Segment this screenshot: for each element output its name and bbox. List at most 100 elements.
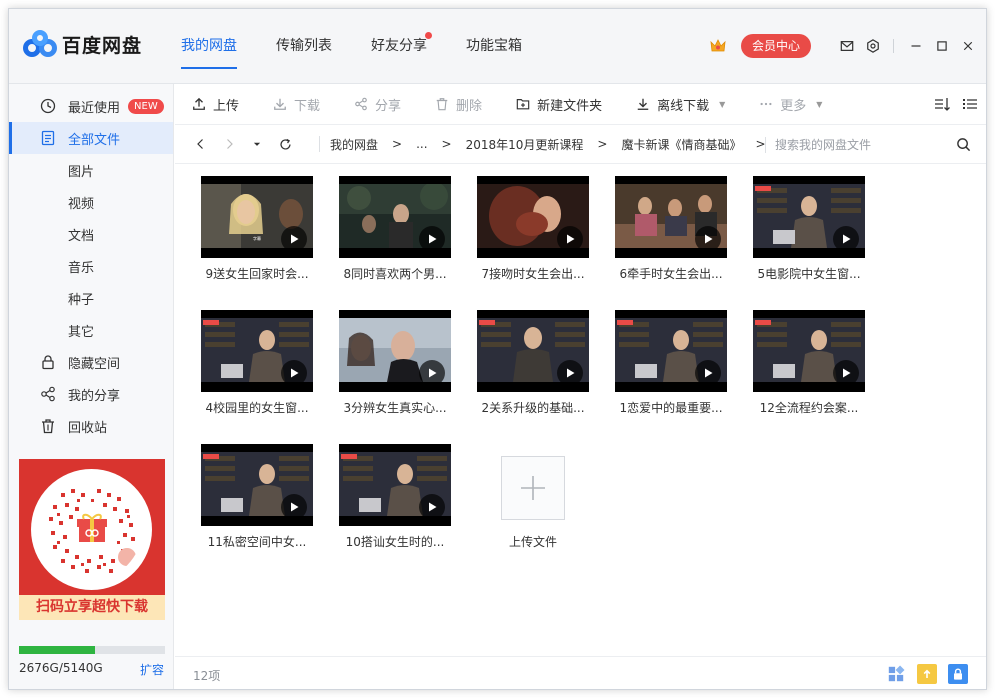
storage-usage-text: 2676G/5140G — [19, 661, 103, 675]
play-icon[interactable] — [419, 360, 445, 386]
video-file-tile[interactable]: 4校园里的女生窗... — [201, 310, 313, 430]
file-name: 5电影院中女生窗... — [757, 267, 861, 281]
tab-toolbox[interactable]: 功能宝箱 — [466, 35, 522, 69]
video-file-tile[interactable]: 7接吻时女生会出... — [477, 176, 589, 296]
video-file-tile[interactable]: 1恋爱中的最重要... — [615, 310, 727, 430]
qr-code-circle — [31, 469, 152, 590]
refresh-icon[interactable] — [277, 136, 293, 152]
more-button[interactable]: 更多 ▼ — [758, 95, 822, 114]
video-thumbnail — [477, 176, 589, 258]
play-icon[interactable] — [833, 360, 859, 386]
video-file-tile[interactable]: 2关系升级的基础... — [477, 310, 589, 430]
sort-icon[interactable] — [934, 96, 950, 112]
forward-icon[interactable] — [221, 136, 237, 152]
settings-icon[interactable] — [865, 38, 881, 54]
vip-center-button[interactable]: 会员中心 — [740, 34, 811, 58]
play-icon[interactable] — [281, 360, 307, 386]
sidebar-item-label: 视频 — [68, 196, 95, 212]
sidebar-item-recent[interactable]: 最近使用 NEW — [9, 90, 173, 122]
breadcrumb-current-folder[interactable]: 魔卡新课《情商基础》 — [621, 136, 741, 153]
video-file-tile[interactable]: 字幕 9送女生回家时会... — [201, 176, 313, 296]
play-icon[interactable] — [419, 226, 445, 252]
qr-promo-banner[interactable]: 扫码立享超快下载 — [19, 459, 165, 620]
toolbar: 上传 下载 分享 删除 新建文件夹 离线下载 ▼ 更多 ▼ — [175, 84, 986, 124]
sidebar-item-my-shares[interactable]: 我的分享 — [9, 378, 173, 410]
upload-file-tile[interactable]: 上传文件 — [477, 444, 589, 564]
minimize-icon[interactable] — [908, 38, 924, 54]
download-button[interactable]: 下载 — [272, 95, 320, 114]
video-file-tile[interactable]: 10搭讪女生时的... — [339, 444, 451, 564]
video-file-tile[interactable]: 11私密空间中女... — [201, 444, 313, 564]
trash-icon — [434, 96, 450, 112]
sidebar-item-music[interactable]: 音乐 — [9, 250, 173, 282]
sidebar-item-others[interactable]: 其它 — [9, 314, 173, 346]
sidebar-item-label: 文档 — [68, 228, 95, 244]
titlebar-separator — [893, 39, 894, 53]
add-icon[interactable] — [501, 456, 565, 520]
offline-download-button[interactable]: 离线下载 ▼ — [635, 95, 725, 114]
sidebar-item-label: 种子 — [68, 292, 95, 308]
gift-icon — [75, 511, 109, 543]
new-badge: NEW — [128, 98, 164, 114]
video-thumbnail — [615, 310, 727, 392]
upload-button[interactable]: 上传 — [191, 95, 239, 114]
search-input[interactable] — [775, 135, 955, 155]
upload-folder-icon[interactable] — [917, 664, 937, 684]
notification-dot — [425, 32, 432, 39]
svg-text:字幕: 字幕 — [253, 235, 261, 241]
video-file-tile[interactable]: 8同时喜欢两个男... — [339, 176, 451, 296]
play-icon[interactable] — [419, 494, 445, 520]
expand-storage-link[interactable]: 扩容 — [140, 661, 164, 678]
play-icon[interactable] — [695, 226, 721, 252]
breadcrumb-ellipsis[interactable]: ... — [416, 137, 427, 151]
play-icon[interactable] — [695, 360, 721, 386]
video-file-tile[interactable]: 3分辨女生真实心... — [339, 310, 451, 430]
breadcrumb-my-netdisk[interactable]: 我的网盘 — [330, 136, 378, 153]
sidebar-item-torrents[interactable]: 种子 — [9, 282, 173, 314]
play-icon[interactable] — [281, 494, 307, 520]
share-button[interactable]: 分享 — [353, 95, 401, 114]
sidebar-item-label: 全部文件 — [68, 132, 121, 148]
app-logo[interactable]: 百度网盘 — [23, 29, 142, 59]
storage-progress-bar — [19, 646, 165, 654]
sidebar-item-all-files[interactable]: 全部文件 — [9, 122, 173, 154]
sidebar-item-recycle-bin[interactable]: 回收站 — [9, 410, 173, 442]
video-file-tile[interactable]: 6牵手时女生会出... — [615, 176, 727, 296]
breadcrumb-separator: > — [597, 137, 608, 151]
status-bar: 12项 — [175, 656, 986, 689]
title-bar: 百度网盘 我的网盘 传输列表 好友分享 功能宝箱 会员中心 — [9, 9, 986, 84]
play-icon[interactable] — [833, 226, 859, 252]
close-icon[interactable] — [960, 38, 976, 54]
delete-button[interactable]: 删除 — [434, 95, 482, 114]
video-thumbnail — [339, 310, 451, 392]
file-name: 11私密空间中女... — [207, 535, 307, 549]
new-folder-icon — [515, 96, 531, 112]
lock-icon — [40, 354, 56, 370]
crown-icon[interactable] — [709, 38, 727, 54]
sidebar-item-documents[interactable]: 文档 — [9, 218, 173, 250]
sidebar-item-label: 我的分享 — [68, 388, 121, 404]
video-file-tile[interactable]: 5电影院中女生窗... — [753, 176, 865, 296]
play-icon[interactable] — [281, 226, 307, 252]
sidebar-item-images[interactable]: 图片 — [9, 154, 173, 186]
sidebar-item-hidden-space[interactable]: 隐藏空间 — [9, 346, 173, 378]
play-icon[interactable] — [557, 226, 583, 252]
tab-friend-share[interactable]: 好友分享 — [371, 32, 432, 69]
file-name: 8同时喜欢两个男... — [343, 267, 447, 281]
video-thumbnail — [615, 176, 727, 258]
list-view-icon[interactable] — [962, 96, 978, 112]
play-icon[interactable] — [557, 360, 583, 386]
breadcrumb-course-folder[interactable]: 2018年10月更新课程 — [466, 136, 584, 153]
search-icon[interactable] — [956, 137, 972, 153]
tab-transfer-list[interactable]: 传输列表 — [276, 35, 332, 69]
history-dropdown-icon[interactable] — [249, 136, 265, 152]
maximize-icon[interactable] — [934, 38, 950, 54]
mail-icon[interactable] — [839, 38, 855, 54]
apps-grid-icon[interactable] — [886, 664, 906, 684]
sidebar-item-videos[interactable]: 视频 — [9, 186, 173, 218]
tab-my-netdisk[interactable]: 我的网盘 — [181, 35, 237, 69]
new-folder-button[interactable]: 新建文件夹 — [515, 95, 602, 114]
safe-lock-icon[interactable] — [948, 664, 968, 684]
back-icon[interactable] — [193, 136, 209, 152]
video-file-tile[interactable]: 12全流程约会案... — [753, 310, 865, 430]
